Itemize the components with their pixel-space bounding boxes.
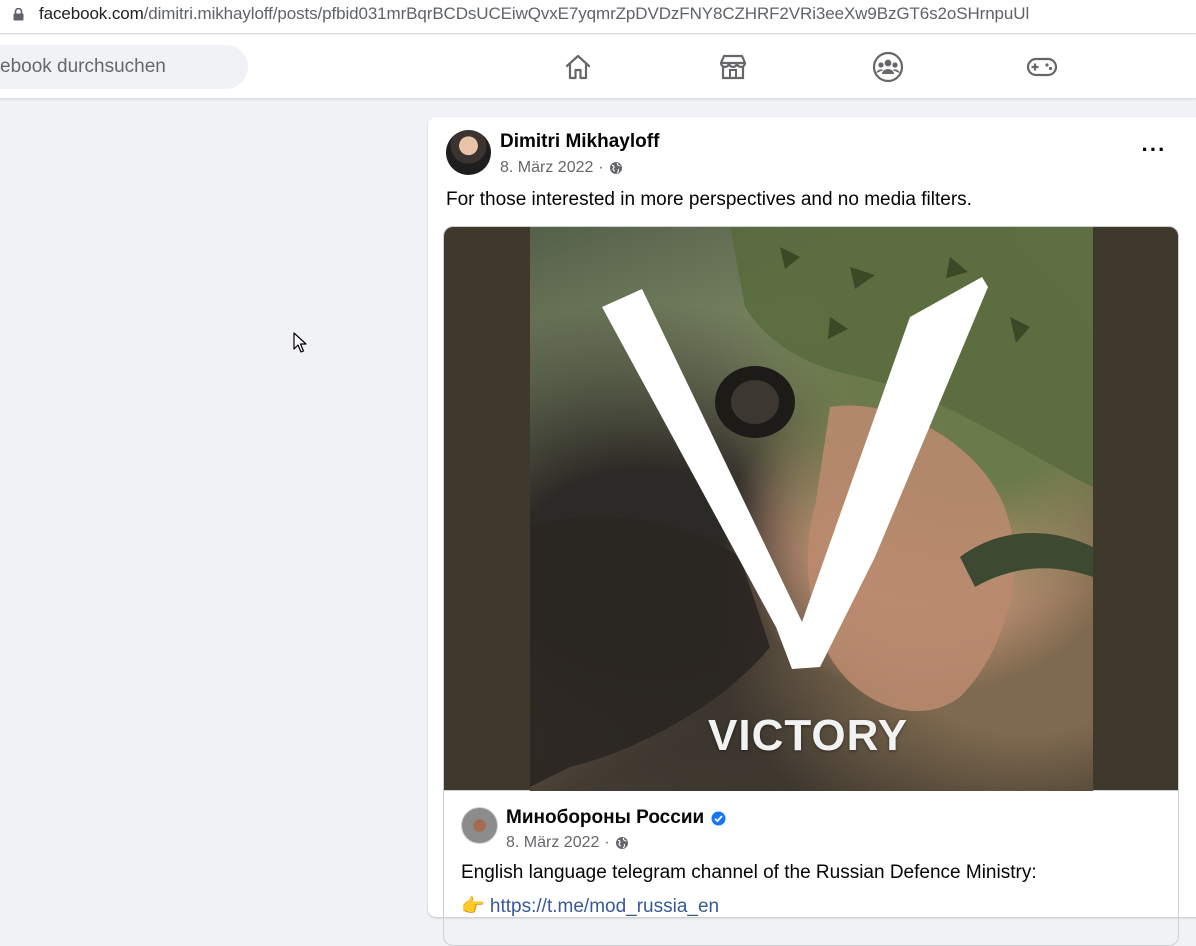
image-overlay-text: VICTORY [708,711,909,760]
post-date[interactable]: 8. März 2022 [500,159,593,177]
post-text: For those interested in more perspective… [446,189,972,210]
globe-icon [609,162,622,174]
shared-post-link[interactable]: 👉 https://t.me/mod_russia_en [461,894,719,918]
lock-icon [13,8,24,21]
shared-post-text: English language telegram channel of the… [461,862,1037,883]
post-card: Dimitri Mikhayloff 8. März 2022 · ··· Fo… [428,117,1196,946]
post-meta: 8. März 2022 · [500,159,623,177]
post-author-name[interactable]: Dimitri Mikhayloff [500,131,659,153]
meta-separator: · [604,834,610,851]
url-host: facebook.com [39,4,144,23]
shared-post-media[interactable]: VICTORY [444,227,1178,791]
shared-author-row: Минобороны России [506,807,726,829]
search-input[interactable] [0,56,230,78]
marketplace-icon[interactable] [717,51,749,83]
verified-badge-icon [711,811,726,825]
photo-illustration [530,227,1093,787]
meta-separator: · [598,159,604,176]
browser-address-bar[interactable]: facebook.com/dimitri.mikhayloff/posts/pf… [0,0,1196,34]
facebook-top-nav [0,35,1196,99]
shared-author-name[interactable]: Минобороны России [506,807,704,829]
shared-post[interactable]: VICTORY Минобороны России 8. März 2022 ·… [443,226,1179,946]
groups-icon[interactable] [872,51,904,83]
mouse-cursor-icon [293,332,307,353]
author-avatar[interactable] [446,130,491,175]
url-path: /dimitri.mikhayloff/posts/pfbid031mrBqrB… [143,4,1030,23]
post-more-options-button[interactable]: ··· [1136,137,1172,163]
shared-author-avatar[interactable] [461,807,498,844]
post-photo[interactable]: VICTORY [530,227,1093,791]
url-text[interactable]: facebook.com/dimitri.mikhayloff/posts/pf… [39,4,1029,24]
globe-icon [615,837,628,849]
home-icon[interactable] [562,51,594,83]
shared-post-date[interactable]: 8. März 2022 [506,834,599,852]
search-box[interactable] [0,45,248,89]
shared-post-meta: 8. März 2022 · [506,834,629,852]
gaming-icon[interactable] [1026,51,1058,83]
